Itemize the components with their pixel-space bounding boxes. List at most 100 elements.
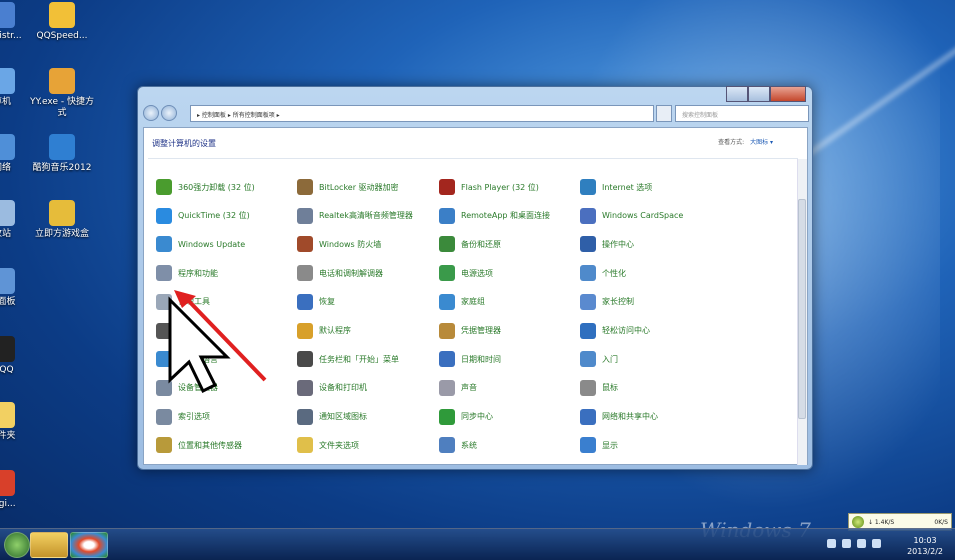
desktop-icon[interactable]: QQSpeed... [26,2,98,42]
control-panel-item[interactable]: 网络和共享中心 [580,408,658,426]
control-panel-item[interactable]: 声音 [439,379,477,397]
control-panel-item[interactable]: 设备和打印机 [297,379,367,397]
control-panel-item[interactable]: 恢复 [297,293,335,311]
desktop-icon[interactable]: YY.exe - 快捷方式 [26,68,98,119]
desktop-app-icon [0,402,15,428]
desktop-app-icon [49,68,75,94]
tray-network-icon[interactable] [857,539,866,548]
control-panel-item-icon [297,351,313,368]
control-panel-item[interactable]: 电话和调制解调器 [297,264,383,282]
control-panel-item-label: 鼠标 [602,383,618,393]
desktop-icon[interactable]: 酷狗音乐2012 [26,134,98,174]
control-panel-item[interactable]: Internet 选项 [580,178,652,196]
control-panel-item-label: Windows Update [178,239,246,249]
forward-button[interactable] [161,105,177,121]
control-panel-item-icon [297,179,313,195]
search-input[interactable]: 搜索控制面板 [675,105,809,122]
view-by-dropdown[interactable]: 大图标 ▾ [750,139,773,146]
control-panel-item-label: 个性化 [602,268,626,278]
control-panel-item[interactable]: 凭据管理器 [439,322,501,340]
vertical-scrollbar[interactable] [797,159,807,465]
refresh-button[interactable] [656,105,672,122]
control-panel-item-label: RemoteApp 和桌面连接 [461,211,551,221]
tray-volume-icon[interactable] [872,539,881,548]
control-panel-item[interactable]: RemoteApp 和桌面连接 [439,207,550,225]
control-panel-item[interactable]: 个性化 [580,264,626,282]
control-panel-item[interactable]: 备份和还原 [439,235,501,253]
desktop-icon-label: 讯QQ [0,365,14,375]
control-panel-item[interactable]: 任务栏和「开始」菜单 [297,350,399,368]
control-panel-item-label: Flash Player (32 位) [461,182,539,192]
control-panel-item[interactable]: 电源选项 [439,264,493,282]
scrollbar-thumb[interactable] [798,199,806,419]
desktop-app-icon [0,2,15,28]
explorer-taskbar-icon[interactable] [30,532,68,558]
control-panel-item[interactable]: 360强力卸载 (32 位) [156,178,255,196]
control-panel-item[interactable]: Windows Update [156,235,245,253]
control-panel-item-label: 位置和其他传感器 [178,440,242,450]
control-panel-item[interactable]: 操作中心 [580,235,634,253]
clock[interactable]: 10:03 2013/2/2 [907,535,943,557]
control-panel-item-icon [439,351,455,368]
desktop-icon[interactable]: Logi... [0,470,38,510]
minimize-button[interactable] [726,86,748,102]
control-panel-item-label: 备份和还原 [461,239,501,249]
control-panel-item[interactable]: 程序和功能 [156,264,218,282]
control-panel-item[interactable]: 系统 [439,436,477,454]
control-panel-item[interactable]: 轻松访问中心 [580,322,650,340]
control-panel-item-icon [297,293,313,310]
control-panel-item[interactable]: 鼠标 [580,379,618,397]
control-panel-item[interactable]: Flash Player (32 位) [439,178,539,196]
control-panel-item[interactable]: 文件夹选项 [297,436,359,454]
control-panel-item[interactable]: 默认程序 [297,322,351,340]
control-panel-item-icon [439,265,455,282]
desktop-icon[interactable]: 文件夹 [0,402,38,442]
maximize-button[interactable] [748,86,770,102]
control-panel-item[interactable]: 位置和其他传感器 [156,436,242,454]
control-panel-item-label: 同步中心 [461,412,493,422]
desktop-icon-label: 酷狗音乐2012 [32,163,92,173]
control-panel-item-label: 显示 [602,440,618,450]
desktop-app-icon [0,470,15,496]
desktop-app-icon [49,2,75,28]
control-panel-item-label: 电源选项 [461,268,493,278]
control-panel-item[interactable]: 家庭组 [439,293,485,311]
control-panel-item[interactable]: 索引选项 [156,408,210,426]
control-panel-item-label: 电话和调制解调器 [319,268,383,278]
upload-speed: 0K/S [934,518,948,526]
control-panel-item[interactable]: 同步中心 [439,408,493,426]
control-panel-item[interactable]: 家长控制 [580,293,634,311]
control-panel-item[interactable]: Windows CardSpace [580,207,683,225]
control-panel-item[interactable]: BitLocker 驱动器加密 [297,178,399,196]
control-panel-item[interactable]: Realtek高清晰音频管理器 [297,207,413,225]
title-bar[interactable]: ▸ 控制面板 ▸ 所有控制面板项 ▸ 搜索控制面板 [138,86,812,125]
back-button[interactable] [143,105,159,121]
tray-flag-icon[interactable] [842,539,851,548]
tray-arrow-icon[interactable] [827,539,836,548]
desktop-icon[interactable]: 讯QQ [0,336,38,376]
control-panel-item[interactable]: 通知区域图标 [297,408,367,426]
control-panel-item-icon [156,179,172,195]
control-panel-item-label: QuickTime (32 位) [178,211,250,221]
clock-date: 2013/2/2 [907,547,943,556]
desktop-icon-label: 制面板 [0,297,16,307]
control-panel-item-label: Windows CardSpace [602,211,684,221]
control-panel-item[interactable]: 显示 [580,436,618,454]
control-panel-item[interactable]: 入门 [580,350,618,368]
control-panel-item[interactable]: QuickTime (32 位) [156,207,250,225]
desktop-icon[interactable]: 制面板 [0,268,38,308]
control-panel-item-icon [156,236,172,253]
control-panel-item[interactable]: 日期和时间 [439,350,501,368]
control-panel-item[interactable]: Windows 防火墙 [297,235,381,253]
start-button[interactable] [4,532,30,558]
control-panel-item-icon [580,265,596,282]
view-by: 查看方式: 大图标 ▾ [718,137,773,146]
desktop-icon[interactable]: 立即方游戏盒 [26,200,98,240]
control-panel-item-icon [297,408,313,425]
desktop-app-icon [0,268,15,294]
close-button[interactable] [770,86,806,102]
control-panel-window[interactable]: ▸ 控制面板 ▸ 所有控制面板项 ▸ 搜索控制面板 调整计算机的设置 查看方式:… [137,86,813,470]
address-bar[interactable]: ▸ 控制面板 ▸ 所有控制面板项 ▸ [190,105,654,122]
control-panel-taskbar-icon[interactable] [70,532,108,558]
control-panel-item-icon [439,379,455,396]
